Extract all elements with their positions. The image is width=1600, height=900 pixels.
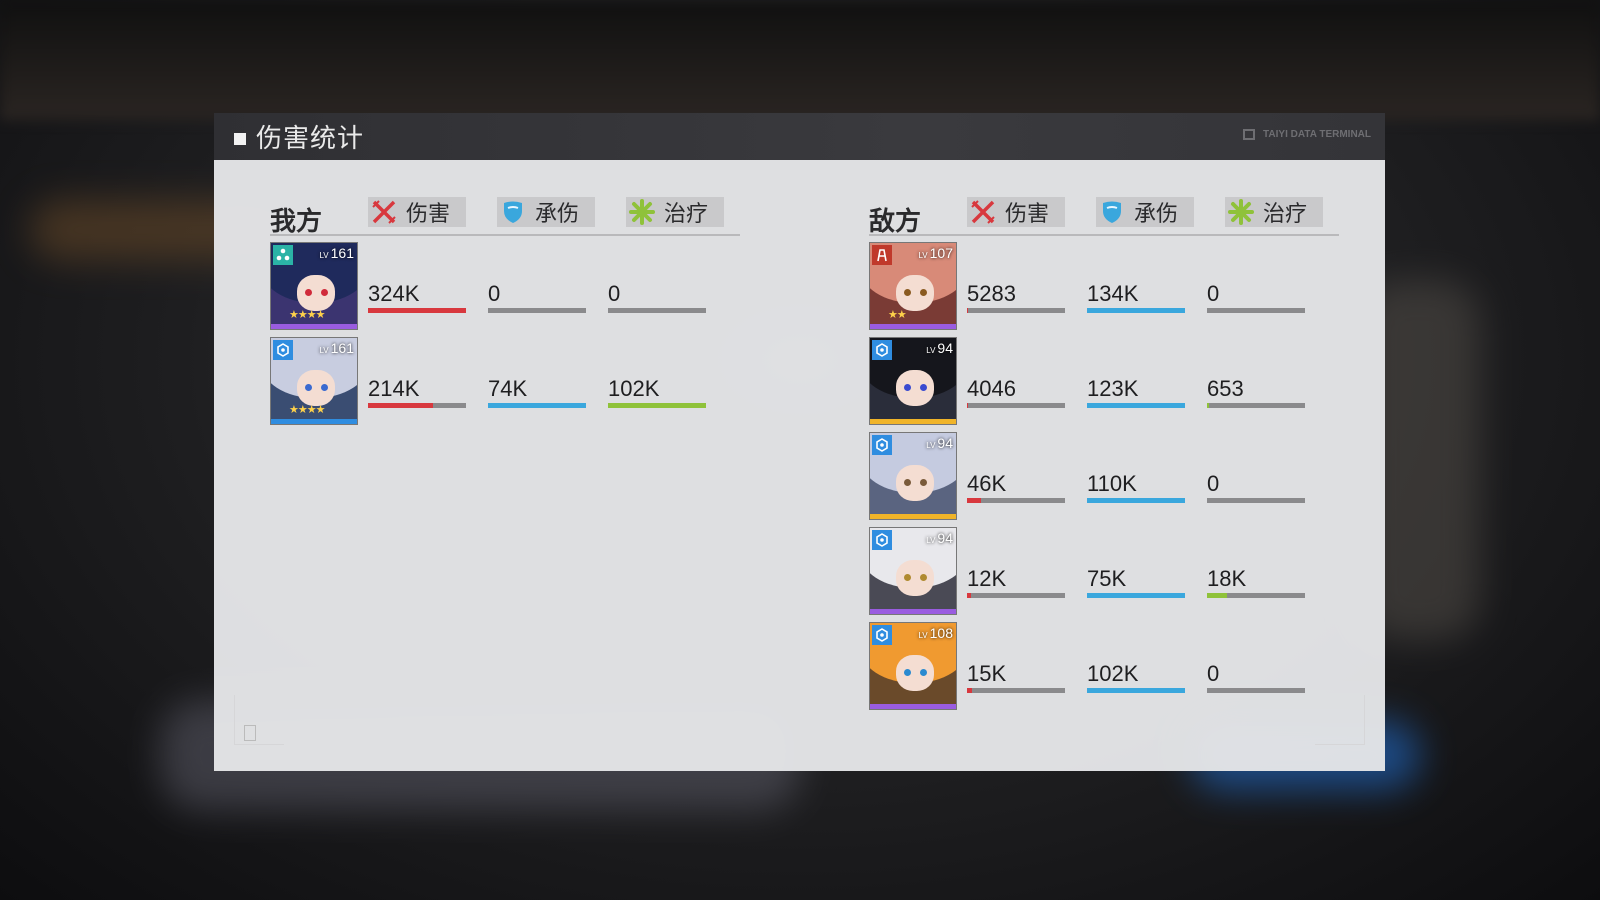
star-rating: ★★★★	[289, 308, 325, 321]
rarity-strip	[870, 324, 956, 329]
allies-section: 我方 伤害 承伤 治疗 LV 161 ★★★★ 324K 0 0 LV 161 …	[270, 191, 740, 426]
crossed-swords-icon	[969, 198, 997, 226]
enemies-label: 敌方	[869, 207, 922, 237]
damage-stats-panel: 伤害统计 TAIYI DATA TERMINAL 我方 伤害 承伤 治疗 LV …	[214, 113, 1385, 771]
star-rating: ★★	[888, 308, 907, 321]
taken-stat: 75K	[1087, 566, 1185, 598]
level-badge: LV 161	[319, 245, 354, 261]
panel-header: 伤害统计 TAIYI DATA TERMINAL	[214, 113, 1385, 160]
enemy-row: LV 94 46K 110K 0	[869, 426, 1339, 521]
heal-stat: 653	[1207, 376, 1305, 408]
taken-column-header: 承伤	[497, 197, 595, 227]
document-icon	[244, 725, 256, 741]
damage-stat: 214K	[368, 376, 466, 408]
enemies-list: LV 107 ★★ 5283 134K 0 LV 94 4046 123K 65…	[869, 236, 1339, 711]
damage-stat: 5283	[967, 281, 1065, 313]
damage-stat: 4046	[967, 376, 1065, 408]
enemy-row: LV 94 12K 75K 18K	[869, 521, 1339, 616]
background-top	[0, 0, 1600, 120]
damage-column-header: 伤害	[368, 197, 466, 227]
title-marker-icon	[234, 132, 246, 145]
allies-label: 我方	[270, 207, 323, 237]
rarity-strip	[870, 704, 956, 709]
level-badge: LV 94	[926, 530, 953, 546]
rarity-strip	[271, 324, 357, 329]
corner-decoration	[234, 695, 284, 745]
allies-list: LV 161 ★★★★ 324K 0 0 LV 161 ★★★★ 214K 74…	[270, 236, 740, 426]
damage-stat: 15K	[967, 661, 1065, 693]
shield-class-icon	[872, 625, 892, 645]
enemies-section: 敌方 伤害 承伤 治疗 LV 107 ★★ 5283 134K 0 LV 94 …	[869, 191, 1339, 711]
star-rating: ★★★★	[289, 403, 325, 416]
terminal-icon	[1243, 129, 1256, 140]
level-badge: LV 108	[918, 625, 953, 641]
rarity-strip	[870, 514, 956, 519]
character-portrait[interactable]: LV 94	[869, 432, 957, 520]
character-portrait[interactable]: LV 94	[869, 527, 957, 615]
taken-stat: 134K	[1087, 281, 1185, 313]
taken-stat: 102K	[1087, 661, 1185, 693]
character-portrait[interactable]: LV 161 ★★★★	[270, 337, 358, 425]
taken-stat: 0	[488, 281, 586, 313]
tower-class-icon	[872, 245, 892, 265]
shield-class-icon	[872, 435, 892, 455]
shield-icon	[499, 198, 527, 226]
damage-column-label: 伤害	[1005, 202, 1050, 227]
damage-stat: 12K	[967, 566, 1065, 598]
taken-stat: 74K	[488, 376, 586, 408]
damage-stat: 324K	[368, 281, 466, 313]
heal-column-header: 治疗	[1225, 197, 1323, 227]
damage-column-label: 伤害	[406, 202, 451, 227]
enemies-header: 敌方 伤害 承伤 治疗	[869, 191, 1339, 237]
ally-row: LV 161 ★★★★ 214K 74K 102K	[270, 331, 740, 426]
heal-burst-icon	[628, 198, 656, 226]
heal-stat: 0	[1207, 661, 1305, 693]
ally-row: LV 161 ★★★★ 324K 0 0	[270, 236, 740, 331]
heal-stat: 0	[1207, 471, 1305, 503]
level-badge: LV 107	[918, 245, 953, 261]
enemy-row: LV 107 ★★ 5283 134K 0	[869, 236, 1339, 331]
taken-stat: 110K	[1087, 471, 1185, 503]
allies-header: 我方 伤害 承伤 治疗	[270, 191, 740, 237]
support-class-icon	[273, 245, 293, 265]
rarity-strip	[870, 609, 956, 614]
damage-column-header: 伤害	[967, 197, 1065, 227]
level-badge: LV 94	[926, 435, 953, 451]
taken-column-header: 承伤	[1096, 197, 1194, 227]
character-portrait[interactable]: LV 94	[869, 337, 957, 425]
character-portrait[interactable]: LV 107 ★★	[869, 242, 957, 330]
terminal-brand: TAIYI DATA TERMINAL	[1243, 129, 1371, 140]
level-badge: LV 161	[319, 340, 354, 356]
enemy-row: LV 94 4046 123K 653	[869, 331, 1339, 426]
corner-decoration	[1315, 695, 1365, 745]
damage-stat: 46K	[967, 471, 1065, 503]
taken-column-label: 承伤	[1134, 202, 1179, 227]
crossed-swords-icon	[370, 198, 398, 226]
shield-class-icon	[872, 340, 892, 360]
panel-title: 伤害统计	[256, 124, 365, 154]
taken-stat: 123K	[1087, 376, 1185, 408]
shield-class-icon	[872, 530, 892, 550]
level-badge: LV 94	[926, 340, 953, 356]
heal-stat: 0	[1207, 281, 1305, 313]
heal-stat: 102K	[608, 376, 706, 408]
terminal-label: TAIYI DATA TERMINAL	[1263, 129, 1371, 140]
shield-icon	[1098, 198, 1126, 226]
heal-burst-icon	[1227, 198, 1255, 226]
heal-stat: 0	[608, 281, 706, 313]
shield-class-icon	[273, 340, 293, 360]
rarity-strip	[870, 419, 956, 424]
enemy-row: LV 108 15K 102K 0	[869, 616, 1339, 711]
character-portrait[interactable]: LV 108	[869, 622, 957, 710]
taken-column-label: 承伤	[535, 202, 580, 227]
heal-column-header: 治疗	[626, 197, 724, 227]
heal-column-label: 治疗	[664, 202, 709, 227]
heal-stat: 18K	[1207, 566, 1305, 598]
rarity-strip	[271, 419, 357, 424]
character-portrait[interactable]: LV 161 ★★★★	[270, 242, 358, 330]
heal-column-label: 治疗	[1263, 202, 1308, 227]
